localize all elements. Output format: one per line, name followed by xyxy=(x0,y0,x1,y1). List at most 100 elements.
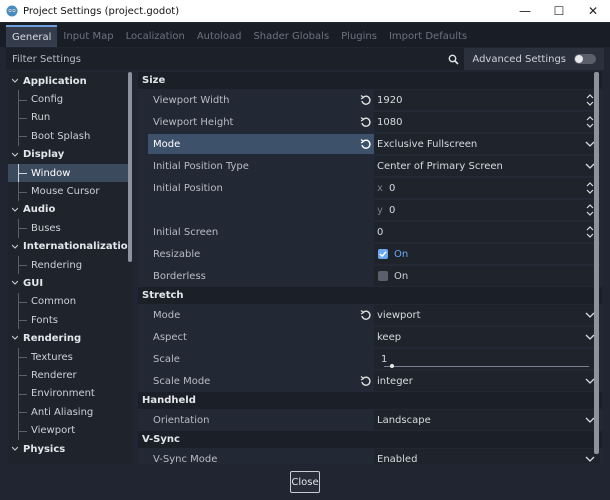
property-label: Mode xyxy=(153,309,181,321)
property-borderless: Borderless On xyxy=(138,265,602,287)
initial-position-type-dropdown[interactable]: Center of Primary Screen xyxy=(374,156,600,176)
property-value: keep xyxy=(377,331,402,343)
sidebar-scrollbar[interactable] xyxy=(128,72,132,262)
inspector-scrollbar[interactable] xyxy=(594,72,599,454)
tree-category-rendering[interactable]: Rendering xyxy=(8,329,132,347)
filter-row: Advanced Settings xyxy=(6,48,604,70)
tree-item-anti-aliasing[interactable]: Anti Aliasing xyxy=(8,403,132,422)
tree-item-buses[interactable]: Buses xyxy=(8,219,132,238)
tree-item-window[interactable]: Window xyxy=(8,163,132,183)
resizable-checkbox[interactable]: On xyxy=(374,244,600,264)
initial-position-x-spinbox[interactable]: x 0 xyxy=(374,178,600,198)
tree-item-fonts[interactable]: Fonts xyxy=(8,311,132,330)
search-icon[interactable] xyxy=(442,48,465,70)
expand-arrow-icon[interactable] xyxy=(12,77,18,85)
filter-settings-input[interactable] xyxy=(6,48,443,70)
borderless-checkbox[interactable]: On xyxy=(374,266,600,286)
scale-slider-grabber[interactable] xyxy=(390,364,394,368)
property-label: Viewport Width xyxy=(153,94,230,106)
tab-input-map[interactable]: Input Map xyxy=(57,25,119,47)
checkbox-unchecked-icon[interactable] xyxy=(378,271,388,281)
property-scale-mode: Scale Mode integer xyxy=(138,370,602,392)
tree-item-mouse-cursor[interactable]: Mouse Cursor xyxy=(8,182,132,202)
tab-import-defaults[interactable]: Import Defaults xyxy=(383,25,473,47)
orientation-dropdown[interactable]: Landscape xyxy=(374,410,600,430)
tree-category-physics[interactable]: Physics xyxy=(8,440,132,458)
revert-icon[interactable] xyxy=(360,116,372,128)
expand-arrow-icon[interactable] xyxy=(12,243,18,251)
mode-dropdown[interactable]: Exclusive Fullscreen xyxy=(374,134,600,154)
viewport-height-spinbox[interactable]: 1080 xyxy=(374,112,600,132)
tree-category-display[interactable]: Display xyxy=(8,146,132,164)
tree-item-viewport[interactable]: Viewport xyxy=(8,421,132,441)
checkbox-checked-icon[interactable] xyxy=(378,249,388,259)
scale-slider-track[interactable] xyxy=(384,366,589,367)
tree-item-boot-splash[interactable]: Boot Splash xyxy=(8,127,132,146)
tree-item-config[interactable]: Config xyxy=(8,90,132,110)
aspect-dropdown[interactable]: keep xyxy=(374,327,600,347)
revert-icon[interactable] xyxy=(360,94,372,106)
scale-mode-dropdown[interactable]: integer xyxy=(374,371,600,391)
property-initial-position: Initial Position x 0 xyxy=(138,177,602,199)
expand-arrow-icon[interactable] xyxy=(12,334,18,342)
tree-category-audio[interactable]: Audio xyxy=(8,201,132,219)
stretch-mode-dropdown[interactable]: viewport xyxy=(374,305,600,325)
window-close-button[interactable]: ✕ xyxy=(576,0,610,22)
settings-category-tree: Application Config Run Boot Splash Displ… xyxy=(8,72,132,464)
expand-arrow-icon[interactable] xyxy=(12,279,18,287)
tree-item-textures[interactable]: Textures xyxy=(8,347,132,367)
section-header-stretch[interactable]: Stretch xyxy=(138,287,602,304)
revert-icon[interactable] xyxy=(360,309,372,321)
property-value: 0 xyxy=(389,182,396,194)
initial-position-y-spinbox[interactable]: y 0 xyxy=(374,200,600,220)
viewport-width-spinbox[interactable]: 1920 xyxy=(374,90,600,110)
tree-category-internationalization[interactable]: Internationalization xyxy=(8,238,132,256)
tree-category-gui[interactable]: GUI xyxy=(8,274,132,292)
property-label: Scale xyxy=(153,353,180,365)
tree-item-environment[interactable]: Environment xyxy=(8,384,132,404)
tree-category-label: Rendering xyxy=(23,333,82,345)
section-header-size[interactable]: Size xyxy=(138,72,602,89)
tree-item-run[interactable]: Run xyxy=(8,108,132,128)
section-header-handheld[interactable]: Handheld xyxy=(138,392,602,409)
property-value: 1 xyxy=(381,353,388,365)
tree-item-renderer[interactable]: Renderer xyxy=(8,366,132,386)
tree-category-label: Physics xyxy=(23,443,66,455)
advanced-settings-toggle[interactable] xyxy=(574,54,596,64)
expand-arrow-icon[interactable] xyxy=(12,206,18,214)
property-label: Mode xyxy=(153,138,181,150)
expand-arrow-icon[interactable] xyxy=(12,445,18,453)
tree-category-label: GUI xyxy=(23,277,44,289)
property-value: Exclusive Fullscreen xyxy=(377,138,478,150)
initial-screen-spinbox[interactable]: 0 xyxy=(374,222,600,242)
section-header-vsync[interactable]: V-Sync xyxy=(138,431,602,448)
tab-autoload[interactable]: Autoload xyxy=(191,25,248,47)
scale-slider-field[interactable]: 1 xyxy=(374,349,600,369)
tree-category-label: Internationalization xyxy=(23,241,132,253)
tree-item-common[interactable]: Common xyxy=(8,292,132,312)
tab-localization[interactable]: Localization xyxy=(120,25,191,47)
property-value: Enabled xyxy=(377,453,418,465)
tree-item-rendering-i18n[interactable]: Rendering xyxy=(8,255,132,275)
revert-icon[interactable] xyxy=(360,375,372,387)
tab-general[interactable]: General xyxy=(6,25,58,47)
vsync-mode-dropdown[interactable]: Enabled xyxy=(374,449,600,464)
chevron-down-icon xyxy=(585,456,595,462)
window-title: Project Settings (project.godot) xyxy=(23,5,180,17)
close-button[interactable]: Close xyxy=(290,471,320,493)
minimize-button[interactable]: — xyxy=(508,0,542,22)
settings-tab-bar: General Input Map Localization Autoload … xyxy=(0,23,610,47)
property-resizable: Resizable On xyxy=(138,243,602,265)
property-label: Viewport Height xyxy=(153,116,234,128)
tree-category-application[interactable]: Application xyxy=(8,72,132,90)
tree-category-label: Audio xyxy=(23,204,56,216)
expand-arrow-icon[interactable] xyxy=(12,151,18,159)
tab-plugins[interactable]: Plugins xyxy=(335,25,383,47)
property-stretch-mode: Mode viewport xyxy=(138,304,602,326)
property-label: Initial Screen xyxy=(153,226,219,238)
revert-icon[interactable] xyxy=(360,138,372,150)
axis-label-y: y xyxy=(377,204,383,216)
maximize-button[interactable]: ☐ xyxy=(542,0,576,22)
property-value: On xyxy=(394,248,409,260)
tab-shader-globals[interactable]: Shader Globals xyxy=(247,25,335,47)
